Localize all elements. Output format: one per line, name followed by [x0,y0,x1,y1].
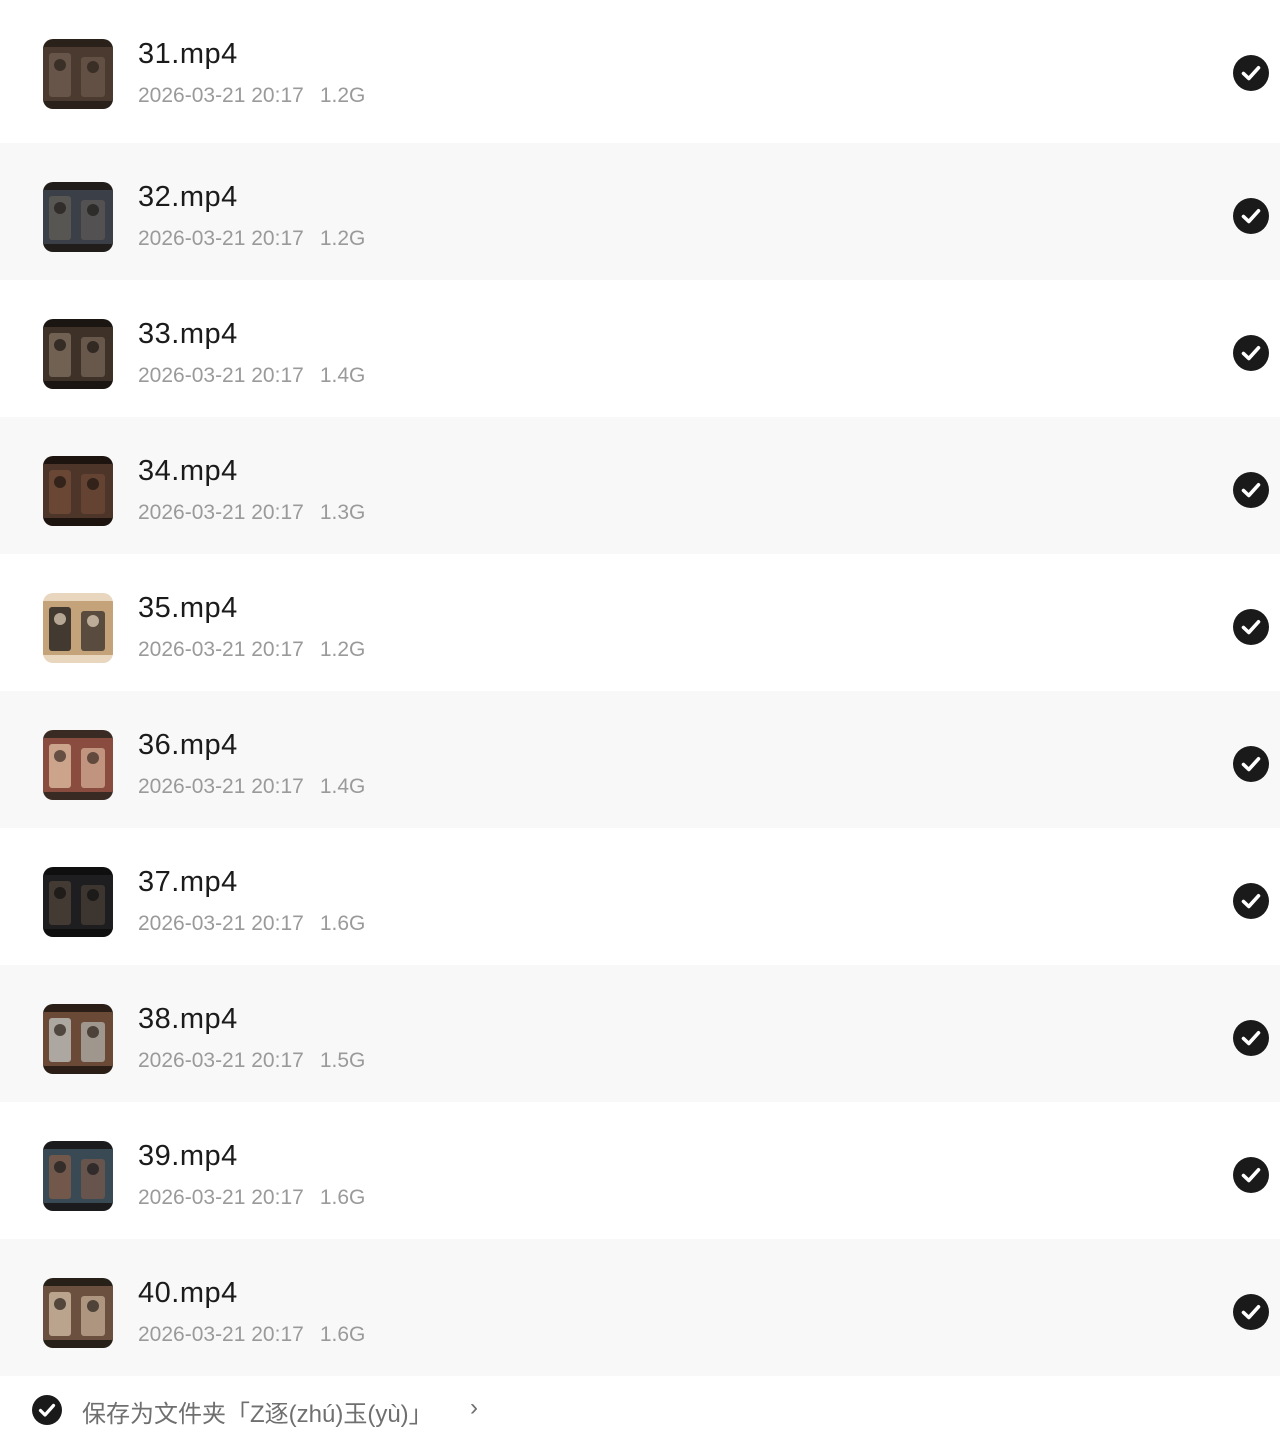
file-row[interactable]: 33.mp4 2026-03-21 20:17 1.4G [0,280,1280,417]
checkmark-icon[interactable] [1233,609,1269,645]
file-name: 39.mp4 [138,1140,238,1172]
thumbnail-interior-hall [43,319,113,389]
checkmark-icon[interactable] [1233,1294,1269,1330]
file-meta: 2026-03-21 20:17 1.5G [138,1049,365,1073]
checkmark-icon[interactable] [1233,883,1269,919]
chevron-right-icon[interactable]: › [470,1394,478,1422]
file-date: 2026-03-21 20:17 [138,364,304,387]
checkmark-icon[interactable] [1233,335,1269,371]
file-size: 1.6G [319,1186,366,1209]
file-name: 37.mp4 [138,866,238,898]
file-row[interactable]: 37.mp4 2026-03-21 20:17 1.6G [0,828,1280,965]
thumbnail-close-up-portrait [43,593,113,663]
file-name: 34.mp4 [138,455,238,487]
file-meta: 2026-03-21 20:17 1.6G [138,912,365,936]
file-meta: 2026-03-21 20:17 1.2G [138,638,365,662]
checkmark-icon[interactable] [1233,198,1269,234]
file-date: 2026-03-21 20:17 [138,227,304,250]
file-name: 40.mp4 [138,1277,238,1309]
file-row[interactable]: 35.mp4 2026-03-21 20:17 1.2G [0,554,1280,691]
file-name: 35.mp4 [138,592,238,624]
file-list: 31.mp4 2026-03-21 20:17 1.2G 32.mp4 2026-03-… [0,0,1280,1376]
file-date: 2026-03-21 20:17 [138,1049,304,1072]
file-date: 2026-03-21 20:17 [138,912,304,935]
file-date: 2026-03-21 20:17 [138,1323,304,1346]
file-row[interactable]: 39.mp4 2026-03-21 20:17 1.6G [0,1102,1280,1239]
file-meta: 2026-03-21 20:17 1.2G [138,227,365,251]
file-size: 1.4G [319,775,366,798]
checkmark-icon[interactable] [1233,1020,1269,1056]
file-date: 2026-03-21 20:17 [138,501,304,524]
file-size: 1.3G [319,501,366,524]
checkmark-icon[interactable] [1233,472,1269,508]
file-size: 1.2G [319,84,366,107]
thumbnail-night-scene [43,867,113,937]
file-name: 31.mp4 [138,38,238,70]
file-size: 1.4G [319,364,366,387]
file-meta: 2026-03-21 20:17 1.3G [138,501,365,525]
file-date: 2026-03-21 20:17 [138,638,304,661]
file-date: 2026-03-21 20:17 [138,84,304,107]
file-size: 1.5G [319,1049,366,1072]
file-size: 1.2G [319,638,366,661]
file-size: 1.6G [319,1323,366,1346]
checkmark-icon[interactable] [1233,746,1269,782]
file-row[interactable]: 34.mp4 2026-03-21 20:17 1.3G [0,417,1280,554]
file-meta: 2026-03-21 20:17 1.2G [138,84,365,108]
thumbnail-crowd-scene [43,1278,113,1348]
thumbnail-colorful-scene [43,730,113,800]
file-size: 1.6G [319,912,366,935]
file-size: 1.2G [319,227,366,250]
file-date: 2026-03-21 20:17 [138,775,304,798]
file-row[interactable]: 32.mp4 2026-03-21 20:17 1.2G [0,143,1280,280]
thumbnail-two-characters [43,1141,113,1211]
file-name: 38.mp4 [138,1003,238,1035]
thumbnail-doorway [43,1004,113,1074]
checkmark-icon[interactable] [1233,55,1269,91]
file-meta: 2026-03-21 20:17 1.4G [138,364,365,388]
file-row[interactable]: 31.mp4 2026-03-21 20:17 1.2G [0,0,1280,143]
file-row[interactable]: 40.mp4 2026-03-21 20:17 1.6G [0,1239,1280,1376]
save-as-folder-bar[interactable]: 保存为文件夹「Z逐(zhú)玉(yù)」 › [0,1378,1280,1428]
file-name: 32.mp4 [138,181,238,213]
file-meta: 2026-03-21 20:17 1.6G [138,1186,365,1210]
file-date: 2026-03-21 20:17 [138,1186,304,1209]
file-name: 33.mp4 [138,318,238,350]
checkmark-icon[interactable] [1233,1157,1269,1193]
file-name: 36.mp4 [138,729,238,761]
file-meta: 2026-03-21 20:17 1.6G [138,1323,365,1347]
thumbnail-group-of-people [43,182,113,252]
save-folder-check-icon[interactable] [32,1395,62,1425]
thumbnail-two-people-talking [43,39,113,109]
file-row[interactable]: 36.mp4 2026-03-21 20:17 1.4G [0,691,1280,828]
file-row[interactable]: 38.mp4 2026-03-21 20:17 1.5G [0,965,1280,1102]
file-meta: 2026-03-21 20:17 1.4G [138,775,365,799]
save-folder-label: 保存为文件夹「Z逐(zhú)玉(yù)」 [82,1401,433,1428]
thumbnail-dark-room [43,456,113,526]
